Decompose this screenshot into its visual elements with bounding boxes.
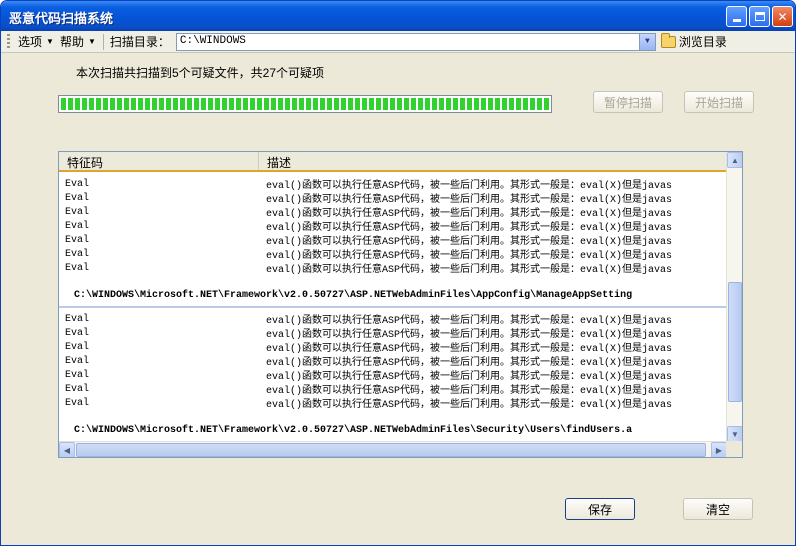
- cell-signature: Eval: [65, 369, 90, 381]
- cell-signature: Eval: [65, 206, 90, 218]
- scroll-down-icon[interactable]: ▼: [727, 426, 742, 442]
- window-title: 恶意代码扫描系统: [9, 11, 114, 26]
- result-list[interactable]: 特征码 描述 Eval eval()函数可以执行任意ASP代码，被一些后门利用。其…: [58, 151, 743, 458]
- title-bar[interactable]: 恶意代码扫描系统 ✕: [1, 1, 795, 31]
- vertical-scrollbar[interactable]: ▲ ▼: [726, 152, 742, 442]
- cell-signature: Eval: [65, 178, 90, 190]
- cell-signature: Eval: [65, 248, 90, 260]
- help-menu-label: 帮助: [59, 35, 84, 49]
- table-row[interactable]: Eval eval()函数可以执行任意ASP代码，被一些后门利用。其形式一般是：e…: [59, 368, 727, 384]
- cell-signature: Eval: [65, 383, 90, 395]
- scroll-left-icon[interactable]: ◀: [59, 442, 75, 457]
- table-row[interactable]: Eval eval()函数可以执行任意ASP代码，被一些后门利用。其形式一般是：e…: [59, 261, 727, 277]
- table-row[interactable]: Eval eval()函数可以执行任意ASP代码，被一些后门利用。其形式一般是：e…: [59, 312, 727, 328]
- scan-dir-label: 扫描目录：: [109, 35, 170, 49]
- cell-description: eval()函数可以执行任意ASP代码，被一些后门利用。其形式一般是：eval(…: [266, 265, 673, 276]
- progress-fill: [61, 98, 549, 110]
- cell-signature: Eval: [65, 192, 90, 204]
- table-row[interactable]: Eval eval()函数可以执行任意ASP代码，被一些后门利用。其形式一般是：e…: [59, 233, 727, 249]
- file-path-row[interactable]: C:\WINDOWS\Microsoft.NET\Framework\v2.0.…: [59, 287, 727, 304]
- main-window: 恶意代码扫描系统 ✕ 选项 ▼ 帮助 ▼ 扫描目录： C:\WINDOWS ▼ …: [0, 0, 796, 546]
- close-icon: ✕: [777, 9, 788, 24]
- table-row[interactable]: Eval eval()函数可以执行任意ASP代码，被一些后门利用。其形式一般是：e…: [59, 191, 727, 207]
- help-menu[interactable]: 帮助 ▼: [57, 33, 99, 50]
- pause-scan-button[interactable]: 暂停扫描: [593, 91, 663, 113]
- table-row[interactable]: Eval eval()函数可以执行任意ASP代码，被一些后门利用。其形式一般是：e…: [59, 247, 727, 263]
- group-divider: [59, 306, 727, 308]
- cell-description: eval()函数可以执行任意ASP代码，被一些后门利用。其形式一般是：eval(…: [266, 400, 673, 411]
- column-header-description[interactable]: 描述: [259, 152, 727, 170]
- result-group: Eval eval()函数可以执行任意ASP代码，被一些后门利用。其形式一般是：e…: [59, 177, 727, 308]
- scroll-up-icon[interactable]: ▲: [727, 152, 742, 168]
- maximize-icon: [754, 12, 765, 21]
- scroll-right-icon[interactable]: ▶: [711, 442, 727, 457]
- browse-dir-label: 浏览目录: [678, 35, 727, 49]
- chevron-down-icon[interactable]: ▼: [638, 33, 655, 50]
- folder-icon: [660, 32, 676, 48]
- scan-summary: 本次扫描共扫描到5个可疑文件，共27个可疑项: [76, 66, 325, 80]
- table-row[interactable]: Eval eval()函数可以执行任意ASP代码，被一些后门利用。其形式一般是：e…: [59, 354, 727, 370]
- scroll-corner: [726, 441, 742, 457]
- horizontal-scroll-thumb[interactable]: [76, 443, 706, 457]
- table-row[interactable]: Eval eval()函数可以执行任意ASP代码，被一些后门利用。其形式一般是：e…: [59, 219, 727, 235]
- table-row[interactable]: Eval eval()函数可以执行任意ASP代码，被一些后门利用。其形式一般是：e…: [59, 205, 727, 221]
- table-row[interactable]: Eval eval()函数可以执行任意ASP代码，被一些后门利用。其形式一般是：e…: [59, 177, 727, 193]
- save-button[interactable]: 保存: [565, 498, 635, 520]
- cell-signature: Eval: [65, 355, 90, 367]
- options-menu[interactable]: 选项 ▼: [15, 33, 57, 50]
- file-path-row[interactable]: C:\WINDOWS\Microsoft.NET\Framework\v2.0.…: [59, 422, 727, 439]
- horizontal-scrollbar[interactable]: ◀ ▶: [59, 441, 727, 457]
- vertical-scroll-thumb[interactable]: [728, 282, 742, 402]
- scan-dir-value: C:\WINDOWS: [179, 34, 246, 47]
- cell-signature: Eval: [65, 220, 90, 232]
- toolbar: 选项 ▼ 帮助 ▼ 扫描目录： C:\WINDOWS ▼ 浏览目录: [1, 31, 795, 53]
- chevron-down-icon: ▼: [87, 37, 96, 46]
- cell-signature: Eval: [65, 313, 90, 325]
- toolbar-grip[interactable]: [7, 33, 10, 50]
- close-button[interactable]: ✕: [772, 6, 793, 27]
- minimize-icon: [732, 19, 741, 22]
- scan-dir-combobox[interactable]: C:\WINDOWS ▼: [175, 32, 656, 51]
- toolbar-separator: [102, 33, 104, 50]
- column-header-signature[interactable]: 特征码: [59, 152, 259, 170]
- list-header: 特征码 描述: [59, 152, 727, 172]
- table-row[interactable]: Eval eval()函数可以执行任意ASP代码，被一些后门利用。其形式一般是：e…: [59, 326, 727, 342]
- table-row[interactable]: Eval eval()函数可以执行任意ASP代码，被一些后门利用。其形式一般是：e…: [59, 340, 727, 356]
- options-menu-label: 选项: [18, 35, 43, 49]
- cell-signature: Eval: [65, 341, 90, 353]
- scan-progress-bar: [58, 95, 552, 113]
- clear-button[interactable]: 清空: [683, 498, 753, 520]
- result-group: Eval eval()函数可以执行任意ASP代码，被一些后门利用。其形式一般是：e…: [59, 312, 727, 439]
- list-body: Eval eval()函数可以执行任意ASP代码，被一些后门利用。其形式一般是：e…: [59, 174, 727, 442]
- cell-signature: Eval: [65, 262, 90, 274]
- cell-signature: Eval: [65, 327, 90, 339]
- chevron-down-icon: ▼: [46, 37, 54, 46]
- cell-signature: Eval: [65, 234, 90, 246]
- maximize-button[interactable]: [749, 6, 770, 27]
- table-row[interactable]: Eval eval()函数可以执行任意ASP代码，被一些后门利用。其形式一般是：e…: [59, 382, 727, 398]
- table-row[interactable]: Eval eval()函数可以执行任意ASP代码，被一些后门利用。其形式一般是：e…: [59, 396, 727, 412]
- browse-dir-button[interactable]: 浏览目录: [660, 32, 727, 50]
- cell-signature: Eval: [65, 397, 90, 409]
- start-scan-button[interactable]: 开始扫描: [684, 91, 754, 113]
- minimize-button[interactable]: [726, 6, 747, 27]
